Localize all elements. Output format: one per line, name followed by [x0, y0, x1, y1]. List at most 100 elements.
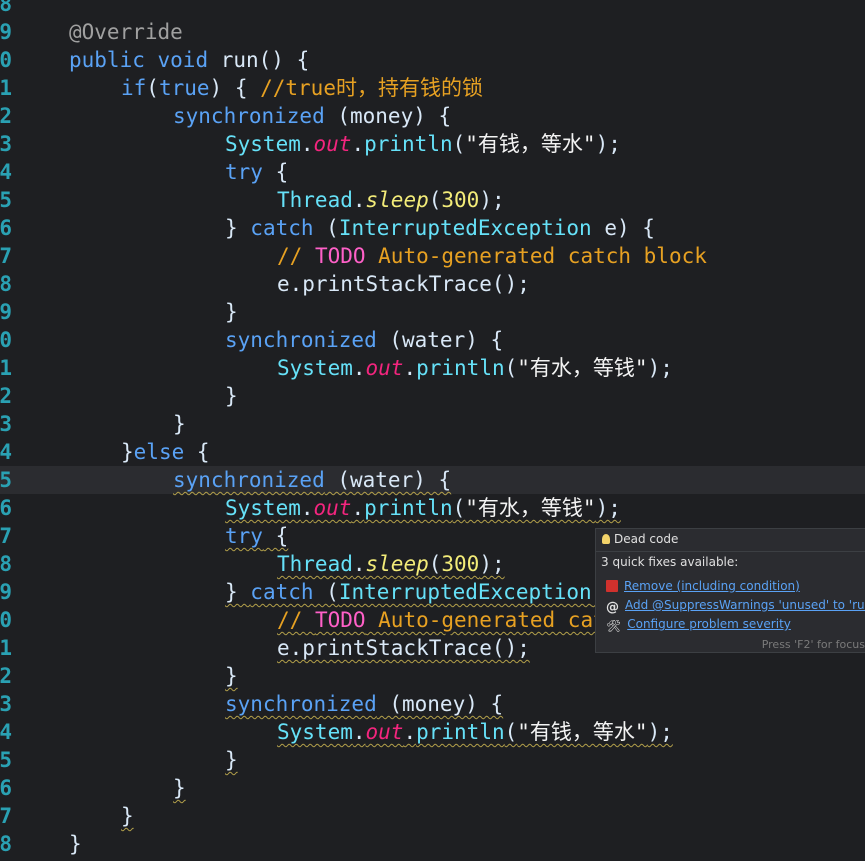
code-token: }: [225, 384, 238, 408]
code-line[interactable]: 6 } catch (InterruptedException e) {: [0, 214, 865, 242]
code-text[interactable]: synchronized (money) {: [173, 102, 451, 130]
quick-fix-suppress-link[interactable]: Add @SuppressWarnings 'unused' to 'run': [625, 598, 865, 612]
line-number: 2: [0, 104, 12, 128]
dead-code-text[interactable]: System.out.println("有水，等钱");: [225, 494, 621, 522]
code-token: }: [121, 440, 134, 464]
code-line[interactable]: 0 public void run() {: [0, 46, 865, 74]
code-text[interactable]: }else {: [121, 438, 210, 466]
code-line[interactable]: 3 synchronized (money) {: [0, 690, 865, 718]
code-line[interactable]: 6}: [0, 774, 865, 802]
code-line[interactable]: 2 synchronized (money) {: [0, 102, 865, 130]
code-text[interactable]: public void run() {: [69, 46, 309, 74]
lightbulb-icon: [602, 534, 610, 544]
remove-icon: [606, 580, 618, 592]
code-line[interactable]: 4}else {: [0, 438, 865, 466]
code-token: void: [157, 48, 209, 72]
quick-fix-remove[interactable]: Remove (including condition): [606, 577, 800, 595]
code-text[interactable]: Thread.sleep(300);: [277, 186, 505, 214]
code-line[interactable]: 8: [0, 0, 865, 18]
dead-code-text[interactable]: e.printStackTrace();: [277, 634, 530, 662]
code-token: TODO: [314, 244, 366, 268]
quick-fix-configure-link[interactable]: Configure problem severity: [627, 617, 791, 631]
code-line[interactable]: 5 Thread.sleep(300);: [0, 186, 865, 214]
hover-title: Dead code: [602, 532, 678, 546]
code-token: System: [225, 496, 301, 520]
code-line[interactable]: 7 // TODO Auto-generated catch block: [0, 242, 865, 270]
code-token: @Override: [69, 20, 183, 44]
code-token: synchronized: [225, 692, 377, 716]
code-token: out: [313, 132, 352, 156]
dead-code-text[interactable]: synchronized (water) {: [173, 466, 451, 494]
code-line[interactable]: 9 @Override: [0, 18, 865, 46]
code-token: (water) {: [376, 328, 504, 352]
quick-fix-configure[interactable]: 🛠 Configure problem severity: [606, 615, 791, 633]
code-line[interactable]: 5 synchronized (water) {: [0, 466, 865, 494]
code-text[interactable]: try {: [225, 158, 288, 186]
quick-fix-hover: Dead code 3 quick fixes available: Remov…: [595, 528, 865, 653]
line-number: 7: [0, 804, 12, 828]
dead-code-text[interactable]: } catch (InterruptedException e) {: [225, 578, 655, 606]
code-token: }: [225, 580, 251, 604]
code-editor[interactable]: 8 9 @Override 0 public void run() {1 if(true)…: [0, 0, 865, 861]
code-text[interactable]: synchronized (water) {: [225, 326, 503, 354]
code-text[interactable]: }: [173, 410, 186, 438]
code-token: {: [262, 524, 289, 548]
dead-code-text[interactable]: }: [173, 774, 186, 802]
code-token: System: [225, 132, 301, 156]
code-line[interactable]: 3 System.out.println("有钱，等水");: [0, 130, 865, 158]
code-token: .: [403, 720, 417, 744]
code-line[interactable]: 4 try {: [0, 158, 865, 186]
code-token: ) {: [209, 76, 261, 100]
code-text[interactable]: // TODO Auto-generated catch block: [277, 242, 707, 270]
code-text[interactable]: @Override: [69, 18, 183, 46]
code-token: System: [277, 720, 353, 744]
code-line[interactable]: 1 System.out.println("有水，等钱");: [0, 354, 865, 382]
code-line[interactable]: 4 System.out.println("有钱，等水");: [0, 718, 865, 746]
dead-code-text[interactable]: }: [225, 662, 238, 690]
line-number: 3: [0, 132, 12, 156]
code-line[interactable]: 0 synchronized (water) {: [0, 326, 865, 354]
line-number: 1: [0, 636, 12, 660]
code-line[interactable]: 3}: [0, 410, 865, 438]
code-text[interactable]: System.out.println("有水，等钱");: [277, 354, 673, 382]
quick-fix-remove-link[interactable]: Remove (including condition): [624, 579, 800, 593]
code-text[interactable]: }: [69, 830, 82, 858]
quick-fix-suppress[interactable]: @ Add @SuppressWarnings 'unused' to 'run': [606, 596, 865, 615]
code-line[interactable]: 9}: [0, 298, 865, 326]
code-token: synchronized: [173, 468, 325, 492]
line-number: 0: [0, 608, 12, 632]
line-number: 3: [0, 412, 12, 436]
dead-code-text[interactable]: }: [225, 746, 238, 774]
dead-code-text[interactable]: try {: [225, 522, 288, 550]
line-number: 6: [0, 216, 12, 240]
code-token: sleep: [365, 552, 429, 576]
dead-code-text[interactable]: System.out.println("有钱，等水");: [277, 718, 673, 746]
code-text[interactable]: } catch (InterruptedException e) {: [225, 214, 655, 242]
code-line[interactable]: 1 if(true) { //true时，持有钱的锁: [0, 74, 865, 102]
code-token: TODO: [314, 608, 366, 632]
line-number: 2: [0, 664, 12, 688]
code-line[interactable]: 5}: [0, 746, 865, 774]
code-token: {: [184, 440, 210, 464]
code-token: "有水，等钱": [465, 496, 596, 520]
code-token: .: [352, 188, 366, 212]
code-text[interactable]: }: [225, 298, 238, 326]
line-number: 1: [0, 76, 12, 100]
line-number: 1: [0, 356, 12, 380]
dead-code-text[interactable]: synchronized (money) {: [225, 690, 503, 718]
code-line[interactable]: 8 e.printStackTrace();: [0, 270, 865, 298]
dead-code-text[interactable]: Thread.sleep(300);: [277, 550, 505, 578]
dead-code-text[interactable]: }: [121, 802, 134, 830]
code-line[interactable]: 2}: [0, 382, 865, 410]
code-line[interactable]: 6 System.out.println("有水，等钱");: [0, 494, 865, 522]
code-text[interactable]: }: [225, 382, 238, 410]
code-line[interactable]: 7}: [0, 802, 865, 830]
code-text[interactable]: if(true) { //true时，持有钱的锁: [121, 74, 483, 102]
code-token: println: [364, 496, 453, 520]
code-text[interactable]: e.printStackTrace();: [277, 270, 530, 298]
code-line[interactable]: 8}: [0, 830, 865, 858]
code-text[interactable]: System.out.println("有钱，等水");: [225, 130, 621, 158]
code-line[interactable]: 2}: [0, 662, 865, 690]
hover-footer: Press 'F2' for focus: [761, 638, 865, 651]
